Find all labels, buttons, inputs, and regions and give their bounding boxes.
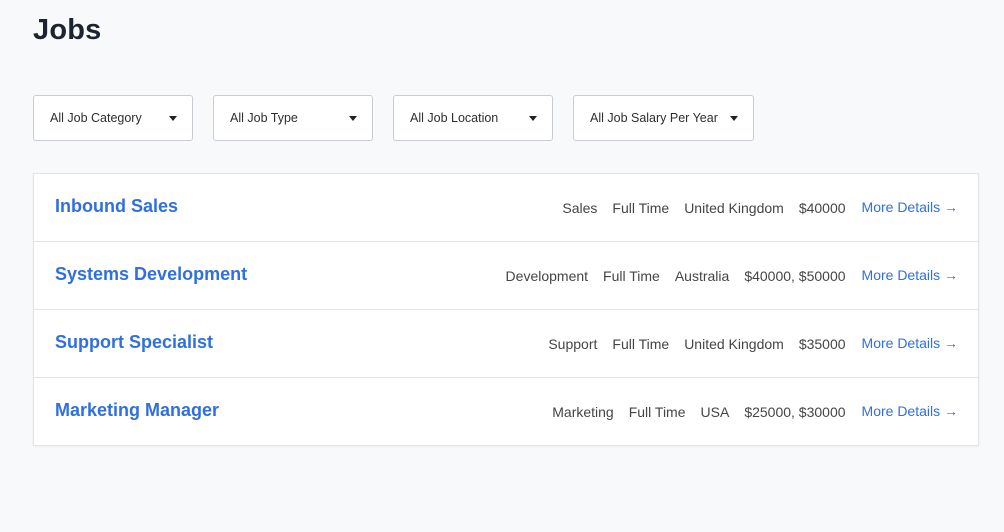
- filter-job-category-label: All Job Category: [50, 111, 142, 125]
- job-row: Support Specialist Support Full Time Uni…: [34, 310, 978, 378]
- filter-job-category[interactable]: All Job Category: [33, 95, 193, 141]
- page-title: Jobs: [33, 14, 102, 46]
- filter-job-type[interactable]: All Job Type: [213, 95, 373, 141]
- caret-down-icon: [529, 116, 537, 121]
- job-type: Full Time: [628, 403, 686, 420]
- caret-down-icon: [169, 116, 177, 121]
- job-salary: $35000: [798, 335, 846, 352]
- more-details-link[interactable]: More Details →: [862, 403, 958, 419]
- job-meta: Sales Full Time United Kingdom $40000 Mo…: [547, 199, 958, 216]
- job-location: USA: [700, 403, 730, 420]
- job-location: United Kingdom: [684, 335, 784, 352]
- job-meta: Development Full Time Australia $40000, …: [491, 267, 958, 284]
- job-meta: Marketing Full Time USA $25000, $30000 M…: [537, 403, 958, 420]
- filter-job-salary[interactable]: All Job Salary Per Year: [573, 95, 754, 141]
- filter-job-location-label: All Job Location: [410, 111, 499, 125]
- caret-down-icon: [349, 116, 357, 121]
- job-title-link[interactable]: Systems Development: [55, 264, 491, 285]
- job-title-link[interactable]: Support Specialist: [55, 332, 533, 353]
- job-category: Marketing: [552, 403, 614, 420]
- more-details-link[interactable]: More Details →: [862, 267, 958, 283]
- filter-bar: All Job Category All Job Type All Job Lo…: [33, 95, 754, 141]
- job-type: Full Time: [612, 199, 670, 216]
- more-details-link[interactable]: More Details →: [862, 335, 958, 351]
- filter-job-type-label: All Job Type: [230, 111, 298, 125]
- job-list: Inbound Sales Sales Full Time United Kin…: [33, 173, 979, 446]
- job-location: United Kingdom: [684, 199, 784, 216]
- job-row: Systems Development Development Full Tim…: [34, 242, 978, 310]
- job-row: Marketing Manager Marketing Full Time US…: [34, 378, 978, 445]
- job-category: Development: [505, 267, 589, 284]
- job-salary: $40000, $50000: [744, 267, 846, 284]
- job-type: Full Time: [612, 335, 670, 352]
- job-location: Australia: [674, 267, 730, 284]
- caret-down-icon: [730, 116, 738, 121]
- job-category: Support: [548, 335, 598, 352]
- job-row: Inbound Sales Sales Full Time United Kin…: [34, 174, 978, 242]
- job-title-link[interactable]: Marketing Manager: [55, 400, 537, 421]
- job-meta: Support Full Time United Kingdom $35000 …: [533, 335, 958, 352]
- filter-job-location[interactable]: All Job Location: [393, 95, 553, 141]
- job-type: Full Time: [603, 267, 660, 284]
- filter-job-salary-label: All Job Salary Per Year: [590, 111, 718, 125]
- job-category: Sales: [562, 199, 598, 216]
- job-title-link[interactable]: Inbound Sales: [55, 196, 547, 217]
- more-details-link[interactable]: More Details →: [862, 199, 958, 215]
- job-salary: $40000: [798, 199, 846, 216]
- job-salary: $25000, $30000: [744, 403, 846, 420]
